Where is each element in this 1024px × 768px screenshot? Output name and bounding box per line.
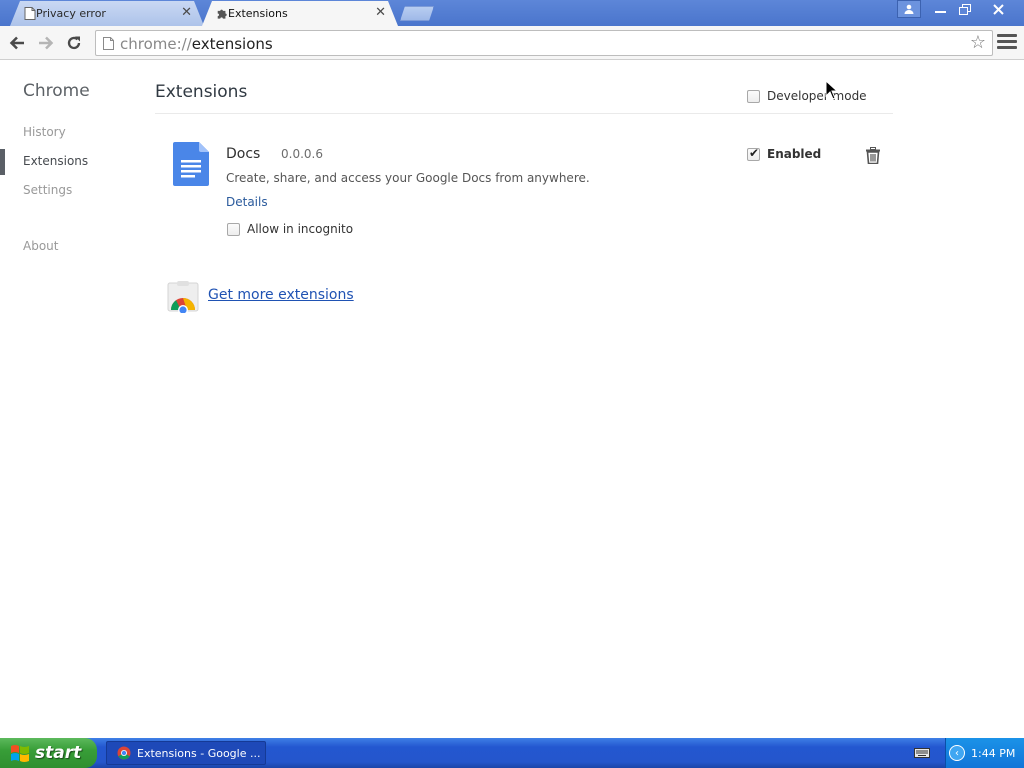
address-bar[interactable]: chrome://extensions ☆ [95,30,993,56]
chrome-menu-button[interactable] [997,34,1017,52]
system-tray: ‹ 1:44 PM [945,738,1024,768]
start-button[interactable]: start [0,738,97,768]
clock: 1:44 PM [971,746,1016,760]
restore-button[interactable] [952,0,978,18]
enabled-checkbox[interactable]: ✔ [747,146,760,161]
windows-logo-icon [11,745,29,762]
arrow-left-icon [9,36,24,50]
taskbar-item-label: Extensions - Google ... [137,746,261,760]
tab-label: Extensions [228,7,288,20]
hamburger-line [997,34,1017,37]
allow-incognito-checkbox[interactable] [227,223,240,236]
windows-taskbar: start Extensions - Google ... ‹ 1:44 PM [0,738,1024,768]
profile-button[interactable] [897,0,921,18]
page-icon [103,37,114,50]
taskbar-item-chrome[interactable]: Extensions - Google ... [106,741,266,765]
hamburger-line [997,40,1017,43]
user-icon [904,4,914,14]
extension-details-link[interactable]: Details [226,195,268,209]
allow-incognito-label[interactable]: Allow in incognito [247,222,353,236]
browser-toolbar: chrome://extensions ☆ [0,26,1024,60]
selected-indicator [0,149,5,175]
sidebar-brand: Chrome [23,81,90,101]
trash-icon[interactable] [865,147,881,164]
sidebar-item-about[interactable]: About [23,239,58,253]
sidebar-item-settings[interactable]: Settings [23,183,72,197]
developer-mode-label[interactable]: Developer mode [767,89,867,103]
start-label: start [35,743,82,763]
page-title: Extensions [155,82,248,102]
page-icon [24,7,36,20]
minimize-button[interactable] [927,0,953,18]
close-icon[interactable]: ✕ [375,5,386,21]
sidebar-item-history[interactable]: History [23,125,66,139]
bookmark-star-icon[interactable]: ☆ [970,33,986,53]
web-store-icon [167,281,199,313]
close-icon[interactable]: ✕ [181,5,192,21]
tab-label: Privacy error [36,7,106,20]
checkmark-icon: ✔ [749,146,760,160]
sidebar-item-extensions[interactable]: Extensions [23,154,88,168]
restore-icon [959,3,971,15]
arrow-right-icon [39,36,54,50]
back-button[interactable] [6,32,28,54]
get-more-extensions-link[interactable]: Get more extensions [208,287,354,303]
close-icon [992,3,1004,15]
chevron-left-icon[interactable]: ‹ [949,745,965,761]
close-window-button[interactable] [978,0,1018,18]
docs-icon [173,142,209,186]
minimize-icon [934,11,946,13]
tab-extensions[interactable]: Extensions ✕ [202,1,398,26]
extension-description: Create, share, and access your Google Do… [226,171,590,185]
url-text[interactable]: chrome://extensions [120,35,273,53]
developer-mode-checkbox[interactable] [747,90,760,103]
reload-icon [67,36,81,50]
sidebar: Chrome History Extensions Settings About [0,61,135,738]
enabled-label[interactable]: Enabled [767,147,821,161]
hamburger-line [997,46,1017,49]
mouse-cursor-icon [825,80,837,100]
extension-name: Docs [226,146,261,162]
tab-privacy-error[interactable]: Privacy error ✕ [10,1,204,26]
reload-button[interactable] [63,32,85,54]
header-divider [155,113,893,114]
puzzle-icon [216,7,228,20]
new-tab-button[interactable] [400,6,434,21]
keyboard-icon[interactable] [914,747,930,759]
title-bar: Privacy error ✕ Extensions ✕ [0,0,1024,26]
forward-button[interactable] [35,32,57,54]
chrome-icon [117,746,131,760]
extension-version: 0.0.0.6 [281,147,323,161]
url-scheme: chrome:// [120,35,192,53]
url-path: extensions [191,35,273,53]
